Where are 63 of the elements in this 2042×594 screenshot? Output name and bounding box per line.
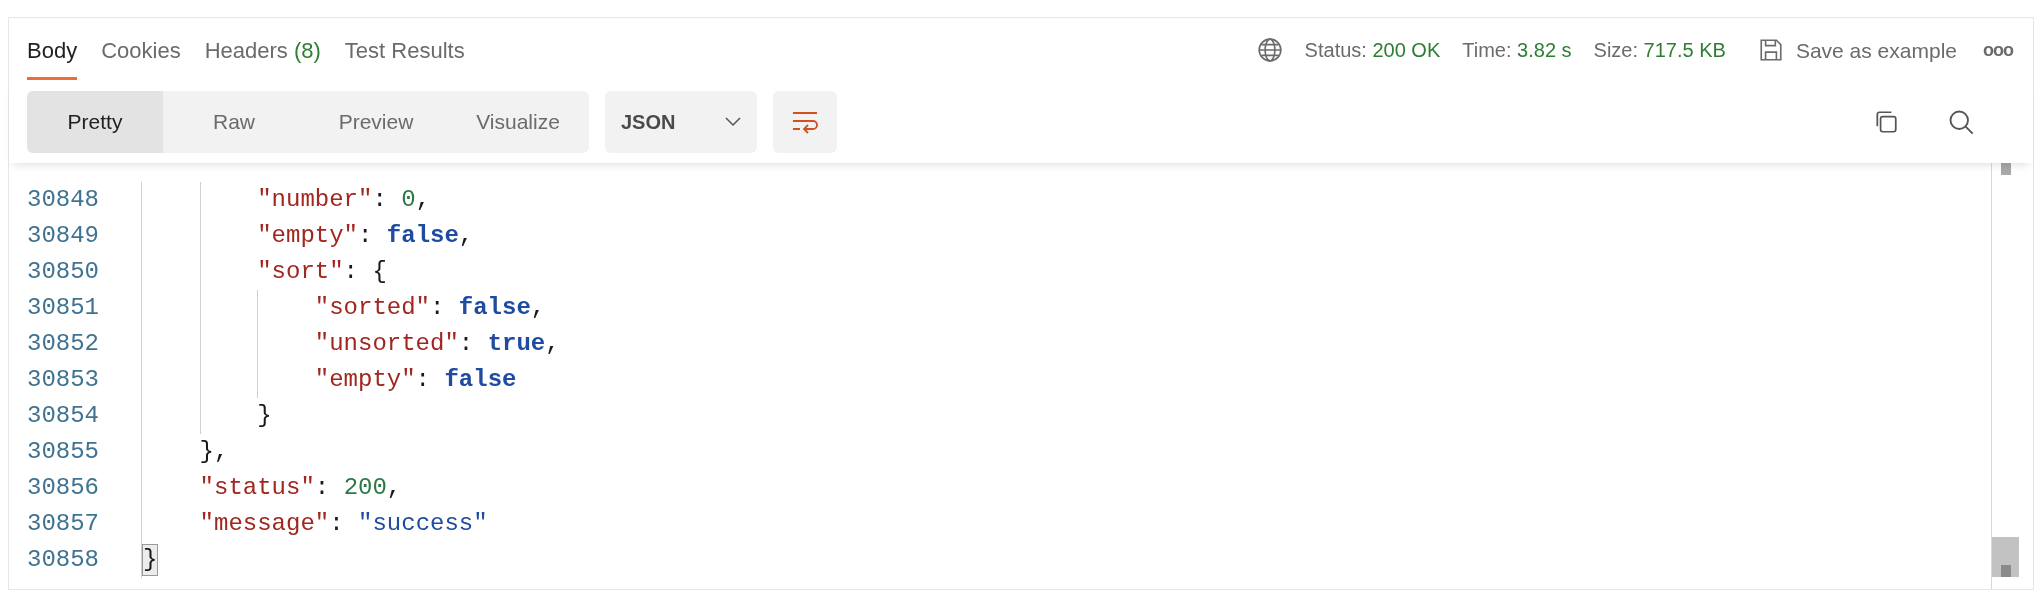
json-punctuation: : (314, 473, 331, 503)
response-tab[interactable]: Headers (8) (204, 34, 321, 80)
scrollbar-marker (2001, 163, 2011, 175)
line-number: 30853 (26, 365, 100, 395)
line-number: 30856 (26, 473, 100, 503)
line-number: 30850 (26, 257, 100, 287)
json-punctuation: , (458, 221, 474, 251)
json-number: 0 (401, 185, 416, 215)
view-mode-tab[interactable]: Pretty (27, 90, 163, 153)
status-label: Status: 200 OK (1304, 38, 1441, 64)
line-number: 30858 (26, 545, 100, 575)
view-mode-tab[interactable]: Visualize (447, 90, 589, 153)
globe-icon[interactable] (1256, 37, 1283, 64)
wrap-icon (791, 109, 819, 134)
json-punctuation: : (358, 221, 374, 251)
json-punctuation: , (386, 473, 402, 503)
size-label: Size: 717.5 KB (1593, 38, 1726, 64)
line-number: 30854 (26, 401, 100, 431)
wrap-lines-button[interactable] (773, 90, 837, 153)
line-number: 30849 (26, 221, 100, 251)
json-punctuation: , (415, 185, 431, 215)
json-key: "number" (257, 185, 373, 215)
response-tab[interactable]: Test Results (344, 34, 465, 80)
save-example-button[interactable]: Save as example (1757, 34, 1957, 66)
json-punctuation: : { (343, 257, 387, 287)
json-string: "success" (358, 509, 488, 539)
json-punctuation: : (430, 293, 446, 323)
copy-icon (1873, 108, 1899, 135)
json-key: "empty" (257, 221, 358, 251)
scrollbar-thumb[interactable] (1992, 537, 2019, 577)
json-boolean: false (386, 221, 459, 251)
json-punctuation: } (257, 401, 272, 431)
json-key: "sort" (257, 257, 344, 287)
line-number: 30851 (26, 293, 100, 323)
copy-button[interactable] (1873, 108, 1899, 135)
json-punctuation: }, (199, 437, 229, 467)
json-punctuation: : (329, 509, 345, 539)
chevron-down-icon (725, 116, 741, 127)
format-dropdown[interactable]: JSON (605, 90, 757, 153)
line-number: 30852 (26, 329, 100, 359)
view-mode-tab[interactable]: Preview (305, 90, 447, 153)
json-punctuation: , (545, 329, 560, 359)
line-number: 30857 (26, 509, 100, 539)
view-mode-tab[interactable]: Raw (163, 90, 305, 153)
line-number: 30848 (26, 185, 100, 215)
json-punctuation: : (415, 365, 431, 395)
response-tab[interactable]: Cookies (101, 34, 181, 80)
json-key: "empty" (314, 365, 416, 395)
json-key: "status" (199, 473, 315, 503)
json-punctuation: : (372, 185, 388, 215)
line-number: 30855 (26, 437, 100, 467)
json-boolean: false (444, 365, 517, 395)
json-punctuation: , (530, 293, 546, 323)
json-punctuation: : (458, 329, 475, 359)
json-boolean: true (487, 329, 546, 359)
json-key: "message" (199, 509, 330, 539)
json-number: 200 (343, 473, 387, 503)
matched-bracket: } (142, 544, 159, 576)
json-key: "sorted" (314, 293, 430, 323)
json-key: "unsorted" (314, 329, 459, 359)
time-label: Time: 3.82 s (1462, 38, 1572, 64)
json-boolean: false (458, 293, 531, 323)
more-button[interactable]: ooo (1983, 36, 2013, 64)
